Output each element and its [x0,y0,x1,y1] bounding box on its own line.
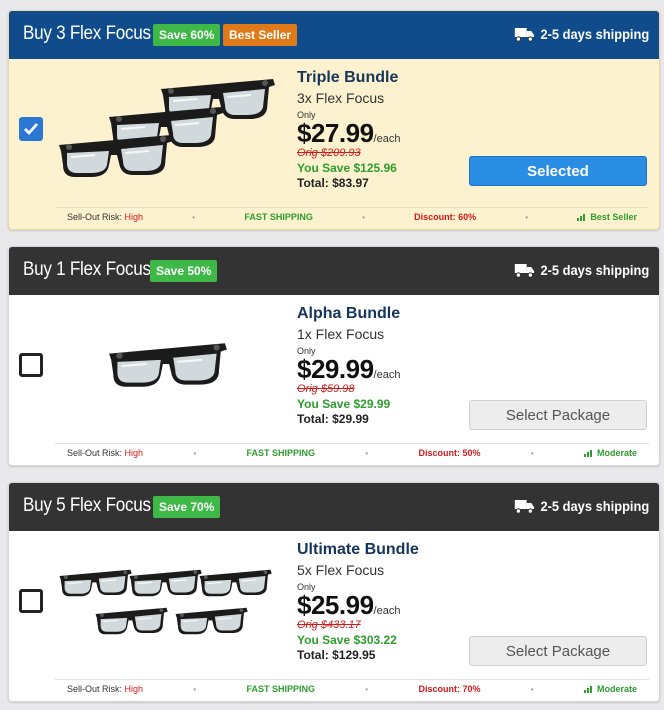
signal-bars-icon [577,212,587,221]
shipping-info: 2-5 days shipping [514,262,649,278]
package-header: Buy 5 Flex Focus Save 70% 2-5 days shipp… [9,483,659,531]
bundle-quantity: 1x Flex Focus [297,326,385,342]
package-title: Buy 1 Flex Focus [23,259,151,280]
sellout-risk-value: High [124,212,144,222]
total-price: Total: $29.99 [297,412,369,426]
sellout-risk-label: Sell-Out Risk: [67,684,123,694]
bundle-quantity: 3x Flex Focus [297,90,385,106]
unit-price: $29.99 [297,354,374,384]
popularity-label: Best Seller [590,212,637,222]
save-badge: Save 50% [150,260,218,282]
save-badge: Save 60% [153,24,221,46]
total-price: Total: $83.97 [297,176,369,190]
package-footer: Sell-Out Risk: High • FAST SHIPPING • Di… [55,443,649,462]
signal-bars-icon [584,684,594,693]
signal-bars-icon [584,448,594,457]
you-save: You Save $29.99 [297,397,391,411]
sellout-risk-value: High [124,684,144,694]
price-row: $27.99/each [297,118,400,149]
fast-shipping: FAST SHIPPING [244,212,313,222]
package-header: Buy 1 Flex Focus Save 50% 2-5 days shipp… [9,247,659,295]
package-card-triple[interactable]: Buy 3 Flex Focus Save 60% Best Seller 2-… [8,10,660,230]
sellout-risk: Sell-Out Risk: High [67,684,143,694]
each-label: /each [373,369,401,381]
truck-icon [514,26,534,42]
unit-price: $25.99 [297,590,374,620]
truck-icon [514,262,534,278]
sellout-risk-label: Sell-Out Risk: [67,212,123,222]
glasses-image [197,563,273,603]
bundle-name: Triple Bundle [297,69,399,86]
popularity: Moderate [584,684,637,694]
truck-icon [514,498,534,514]
glasses-image [57,563,133,603]
bundle-quantity: 5x Flex Focus [297,562,385,578]
bundle-name: Alpha Bundle [297,305,401,322]
popularity: Moderate [584,448,637,458]
discount-label: Discount: 60% [414,212,477,222]
popularity-label: Moderate [596,448,637,458]
shipping-info: 2-5 days shipping [514,26,649,42]
package-info: Triple Bundle 3x Flex Focus Only $27.99/… [297,69,400,190]
package-header: Buy 3 Flex Focus Save 60% Best Seller 2-… [9,11,659,59]
package-checkbox[interactable] [19,117,43,141]
popularity-label: Moderate [596,684,637,694]
total-price: Total: $129.95 [297,648,376,662]
package-card-ultimate[interactable]: Buy 5 Flex Focus Save 70% 2-5 days shipp… [8,482,660,702]
package-info: Alpha Bundle 1x Flex Focus Only $29.99/e… [297,305,400,426]
discount-label: Discount: 50% [418,448,481,458]
checkmark-icon [24,123,38,136]
sellout-risk: Sell-Out Risk: High [67,448,143,458]
bundle-name: Ultimate Bundle [297,541,419,558]
package-title: Buy 5 Flex Focus [23,495,151,516]
sellout-risk-value: High [124,448,144,458]
original-price: Orig $433.17 [297,619,361,631]
you-save: You Save $125.96 [297,161,397,175]
discount-label: Discount: 70% [418,684,481,694]
save-badge: Save 70% [153,496,221,518]
package-checkbox[interactable] [19,353,43,377]
package-footer: Sell-Out Risk: High • FAST SHIPPING • Di… [55,207,649,226]
sellout-risk: Sell-Out Risk: High [67,212,143,222]
popularity: Best Seller [577,212,637,222]
shipping-info: 2-5 days shipping [514,498,649,514]
package-info: Ultimate Bundle 5x Flex Focus Only $25.9… [297,541,419,662]
selected-button[interactable]: Selected [469,156,647,186]
package-checkbox[interactable] [19,589,43,613]
shipping-label: 2-5 days shipping [540,262,649,278]
select-package-button[interactable]: Select Package [469,400,647,430]
fast-shipping: FAST SHIPPING [246,448,316,458]
glasses-image [55,125,175,187]
fast-shipping: FAST SHIPPING [246,684,316,694]
sellout-risk-label: Sell-Out Risk: [67,448,123,458]
package-footer: Sell-Out Risk: High • FAST SHIPPING • Di… [55,679,649,698]
each-label: /each [373,605,401,617]
unit-price: $27.99 [297,118,374,148]
each-label: /each [373,133,401,145]
glasses-image [173,601,249,641]
select-package-button[interactable]: Select Package [469,636,647,666]
glasses-image [93,601,169,641]
shipping-label: 2-5 days shipping [540,498,649,514]
glasses-image [127,563,203,603]
you-save: You Save $303.22 [297,633,397,647]
best-seller-badge: Best Seller [223,24,298,46]
price-row: $29.99/each [297,354,400,385]
shipping-label: 2-5 days shipping [540,26,649,42]
package-title: Buy 3 Flex Focus [23,23,151,44]
price-row: $25.99/each [297,590,419,621]
package-card-alpha[interactable]: Buy 1 Flex Focus Save 50% 2-5 days shipp… [8,246,660,466]
glasses-image [105,333,229,397]
